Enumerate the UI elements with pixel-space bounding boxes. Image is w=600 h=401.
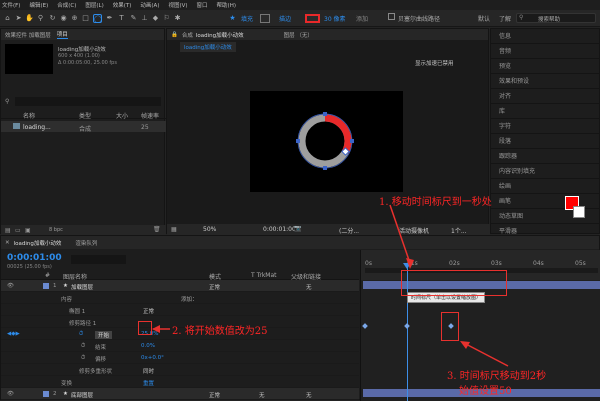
arrow-2-head	[152, 325, 160, 333]
annotation-step-3-line1: 3. 时间标尺移动到2秒	[447, 371, 547, 382]
arrow-3	[461, 341, 509, 367]
annotation-arrows	[152, 204, 509, 367]
annotation-step-1: 1. 移动时间标尺到一秒处	[379, 197, 492, 208]
annotation-step-3-line2: 始值设置50	[459, 386, 512, 397]
annotation-step-2: 2. 将开始数值改为25	[172, 326, 268, 337]
arrow-1-head	[406, 258, 414, 269]
arrow-1	[389, 204, 412, 267]
